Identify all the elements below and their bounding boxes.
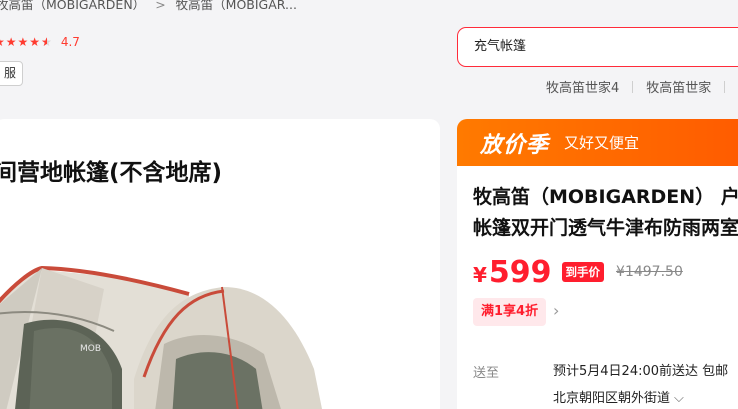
star-icon: ★ <box>29 35 41 49</box>
final-price-badge: 到手价 <box>561 262 605 282</box>
star-icon: ★ <box>0 35 5 49</box>
breadcrumb: 牧高笛（MOBIGARDEN） > 牧高笛（MOBIGAR... <box>0 0 297 13</box>
product-info-panel: 牧高笛（MOBIGARDEN） 户外帐篷双开门透气牛津布防雨两室一 ¥ 599 … <box>457 166 738 409</box>
product-image[interactable]: 间营地帐篷(不含地席) ) MOB <box>0 119 440 409</box>
shipping-label: 送至 <box>473 366 500 381</box>
coupon-badge[interactable]: 满1享4折 <box>473 298 547 326</box>
tent-illustration: MOB <box>0 265 322 409</box>
star-icon: ★ <box>17 35 29 49</box>
search-link[interactable]: 牧高笛世家 <box>646 77 711 96</box>
svg-text:MOB: MOB <box>80 344 101 354</box>
chevron-right-icon[interactable]: › <box>553 301 559 320</box>
breadcrumb-item-shop[interactable]: 牧高笛（MOBIGAR... <box>176 0 297 12</box>
original-price: ¥1497.50 <box>616 264 683 280</box>
breadcrumb-separator: > <box>155 0 166 12</box>
price-row: ¥ 599 到手价 ¥1497.50 <box>473 255 683 290</box>
price-value: 599 <box>488 255 552 290</box>
promo-title: 放价季 <box>480 132 550 158</box>
search-link[interactable]: 牧高笛世家4 <box>546 77 619 96</box>
search-input[interactable]: 充气帐篷 <box>457 27 738 67</box>
star-icon: ★ <box>5 35 17 49</box>
service-tag[interactable]: 服 <box>0 61 23 86</box>
chevron-down-icon: ⌵ <box>674 391 684 406</box>
promo-subtitle: 又好又便宜 <box>564 134 640 152</box>
promo-banner[interactable]: 放价季 又好又便宜 <box>457 119 738 166</box>
rating-value: 4.7 <box>60 35 80 49</box>
shipping-eta: 预计5月4日24:00前送达 包邮 <box>553 364 729 379</box>
divider <box>632 80 634 93</box>
divider <box>724 80 726 93</box>
rating: ★ ★ ★ ★ ★ 4.7 <box>0 35 80 49</box>
search-suggestions: 牧高笛世家4 牧高笛世家 <box>546 77 738 96</box>
product-title: 牧高笛（MOBIGARDEN） 户外帐篷双开门透气牛津布防雨两室一 <box>473 186 738 239</box>
shipping-address-text: 北京朝阳区朝外街道 <box>553 391 671 406</box>
breadcrumb-item-brand[interactable]: 牧高笛（MOBIGARDEN） <box>0 0 145 12</box>
price-currency: ¥ <box>473 263 487 287</box>
star-half-icon: ★ <box>41 35 52 49</box>
shipping-address[interactable]: 北京朝阳区朝外街道 ⌵ <box>553 387 684 406</box>
